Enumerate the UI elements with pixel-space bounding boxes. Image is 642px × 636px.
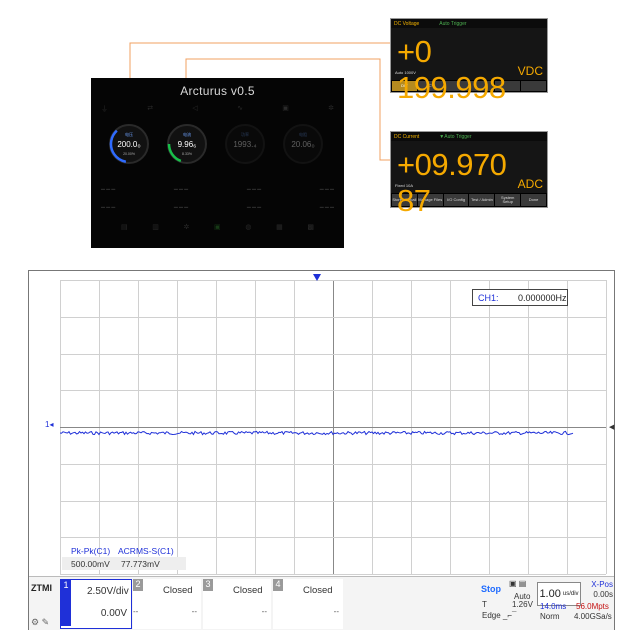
channel-2-number: 2	[133, 579, 143, 591]
trigger-type[interactable]: Edge _⌐¯	[482, 611, 516, 620]
resistance-gauge: 电阻 20.06₀	[283, 124, 323, 164]
meter-function: DC Voltage	[394, 20, 420, 27]
dc-current-meter: DC Current ▼Auto Trigger +09.970 87 Fixe…	[390, 131, 548, 218]
voltage-gauge-label: 电压	[125, 132, 133, 137]
measurement-table: Pk-Pk(C1) ACRMS-S(C1) 500.00mV 77.773mV	[62, 545, 186, 571]
voltage-gauge: 电压 200.0₀ 20.00%	[109, 124, 149, 164]
grid-hline	[60, 574, 606, 575]
current-gauge-value: 9.96₆	[177, 140, 197, 149]
channel-3-status: Closed	[233, 585, 263, 596]
settings-icon[interactable]: ✲	[184, 223, 190, 231]
oscilloscope-screen: 1◂ ◀ CH1: 0.000000Hz Pk-Pk(C1) ACRMS-S(C…	[28, 270, 615, 630]
channel-4-box[interactable]: 4 Closed --	[273, 579, 343, 629]
run-icon[interactable]: ▣	[214, 223, 221, 231]
meter-unit: ADC	[517, 177, 543, 191]
meter-display: +0 199.998 Auto 1000V VDC	[391, 28, 547, 105]
run-stop-status[interactable]: Stop	[481, 584, 501, 594]
current-gauge: 电流 9.96₆ 8.33%	[167, 124, 207, 164]
meter-range: Auto 1000V	[395, 70, 416, 75]
trigger-position-marker[interactable]	[313, 274, 321, 281]
channel-3-number: 3	[203, 579, 213, 591]
meter-trigger: Auto Trigger	[439, 20, 467, 27]
file-icon[interactable]: ▤	[121, 223, 128, 231]
acquisition-mode[interactable]: Norm	[540, 612, 560, 621]
power-gauge: 功率 1993.₄	[225, 124, 265, 164]
trigger-level[interactable]: 1.26V	[512, 600, 533, 609]
meas-value-pkpk: 500.00mV	[71, 558, 110, 569]
ch1-marker-label: 1	[45, 420, 50, 429]
trigger-label: T	[482, 600, 487, 609]
meas-header-acrms: ACRMS-S(C1)	[118, 546, 174, 556]
channel-1-offset: 0.00V	[100, 608, 127, 619]
lock-icon[interactable]: ▣	[282, 104, 289, 114]
meas-value-acrms: 77.773mV	[121, 558, 160, 569]
resistance-gauge-value: 20.06₀	[291, 140, 315, 149]
ch1-waveform	[60, 430, 574, 436]
gear-icon[interactable]: ✲	[328, 104, 334, 114]
channel-3-box[interactable]: 3 Closed --	[203, 579, 271, 629]
resistance-gauge-label: 电阻	[299, 132, 307, 137]
usb-icon[interactable]: ⏚	[101, 104, 108, 114]
share-icon[interactable]: ⇄	[147, 104, 153, 114]
meter-display: +09.970 87 Fixed 10A ADC	[391, 141, 547, 218]
rising-edge-icon: _⌐¯	[502, 611, 517, 620]
ch1-trace	[60, 430, 574, 436]
arcturus-app-window: Arcturus v0.5 ⏚ ⇄ ◁ ∿ ▣ ✲ 电压 200.0₀ 20.0…	[91, 78, 344, 248]
composite-screenshot: Arcturus v0.5 ⏚ ⇄ ◁ ∿ ▣ ✲ 电压 200.0₀ 20.0…	[0, 0, 642, 636]
channel-2-offset: --	[191, 607, 197, 616]
channel-4-offset: --	[333, 607, 339, 616]
time-span: 14.0ms	[540, 602, 567, 611]
xpos-value[interactable]: 0.00s	[585, 590, 613, 599]
timebase-value: 1.00	[539, 588, 561, 600]
speaker-icon[interactable]: ◁	[192, 104, 197, 114]
channel-2-status: Closed	[163, 585, 193, 596]
app-bottom-bar: ▤ ▥ ✲ ▣ ◍ ▦ ▩	[121, 223, 314, 231]
channel-2-box[interactable]: 2 Closed -- --	[133, 579, 201, 629]
voltage-gauge-value: 200.0₀	[117, 140, 141, 149]
app-dim-row-1: ▬ ▬ ▬ ▬ ▬ ▬ ▬ ▬ ▬ ▬ ▬ ▬	[101, 186, 334, 191]
chart-icon[interactable]: ▥	[152, 223, 159, 231]
freq-value: 0.000000Hz	[518, 292, 567, 303]
app-title: Arcturus v0.5	[180, 84, 255, 98]
power-gauge-label: 功率	[241, 132, 249, 137]
channel-1-scale: 2.50V/div	[87, 586, 129, 597]
channel-4-status: Closed	[303, 585, 333, 596]
channel-1-number: 1	[61, 580, 71, 592]
bulb-icon[interactable]: ◍	[245, 223, 251, 231]
list-icon[interactable]: ▦	[276, 223, 283, 231]
current-gauge-label: 电流	[183, 132, 191, 137]
meter-header: DC Voltage Auto Trigger	[391, 19, 547, 28]
meter-range: Fixed 10A	[395, 183, 414, 188]
channel-2-offset-left: --	[133, 607, 139, 616]
timebase-unit: us/div	[562, 591, 579, 597]
frequency-counter: CH1: 0.000000Hz	[472, 289, 568, 306]
app-dim-row-2: ▬ ▬ ▬ ▬ ▬ ▬ ▬ ▬ ▬ ▬ ▬ ▬	[101, 204, 334, 209]
meter-trigger: ▼Auto Trigger	[439, 133, 472, 140]
meter-function: DC Current	[394, 133, 420, 140]
freq-label: CH1:	[478, 292, 499, 303]
side-panel-arrow-icon[interactable]: ◀	[609, 423, 614, 431]
current-gauge-pct: 8.33%	[182, 152, 192, 156]
voltage-gauge-pct: 20.00%	[123, 152, 135, 156]
brand-logo: ZTMI	[31, 583, 52, 593]
channel-4-number: 4	[273, 579, 283, 591]
tool-icons[interactable]: ⚙ ✎	[31, 617, 49, 628]
app-toolbar: ⏚ ⇄ ◁ ∿ ▣ ✲	[101, 104, 334, 114]
trigger-type-label: Edge	[482, 611, 501, 620]
meas-header-pkpk: Pk-Pk(C1)	[71, 546, 111, 556]
channel-3-offset: --	[261, 607, 267, 616]
meter-header: DC Current ▼Auto Trigger	[391, 132, 547, 141]
memory-depth: 56.0Mpts	[576, 602, 609, 611]
ch1-level-marker[interactable]: 1◂	[45, 420, 53, 429]
wave-icon[interactable]: ∿	[237, 104, 243, 114]
channel-1-box[interactable]: 1 2.50V/div 0.00V	[60, 579, 132, 629]
sample-rate: 4.00GSa/s	[574, 612, 612, 621]
dc-voltage-meter: DC Voltage Auto Trigger +0 199.998 Auto …	[390, 18, 548, 105]
grid-icon[interactable]: ▩	[307, 223, 314, 231]
xpos-label: X-Pos	[591, 580, 613, 589]
meter-unit: VDC	[517, 64, 543, 78]
grid-vline	[606, 280, 607, 574]
power-gauge-value: 1993.₄	[233, 140, 257, 149]
channel-1-tag	[61, 592, 71, 626]
